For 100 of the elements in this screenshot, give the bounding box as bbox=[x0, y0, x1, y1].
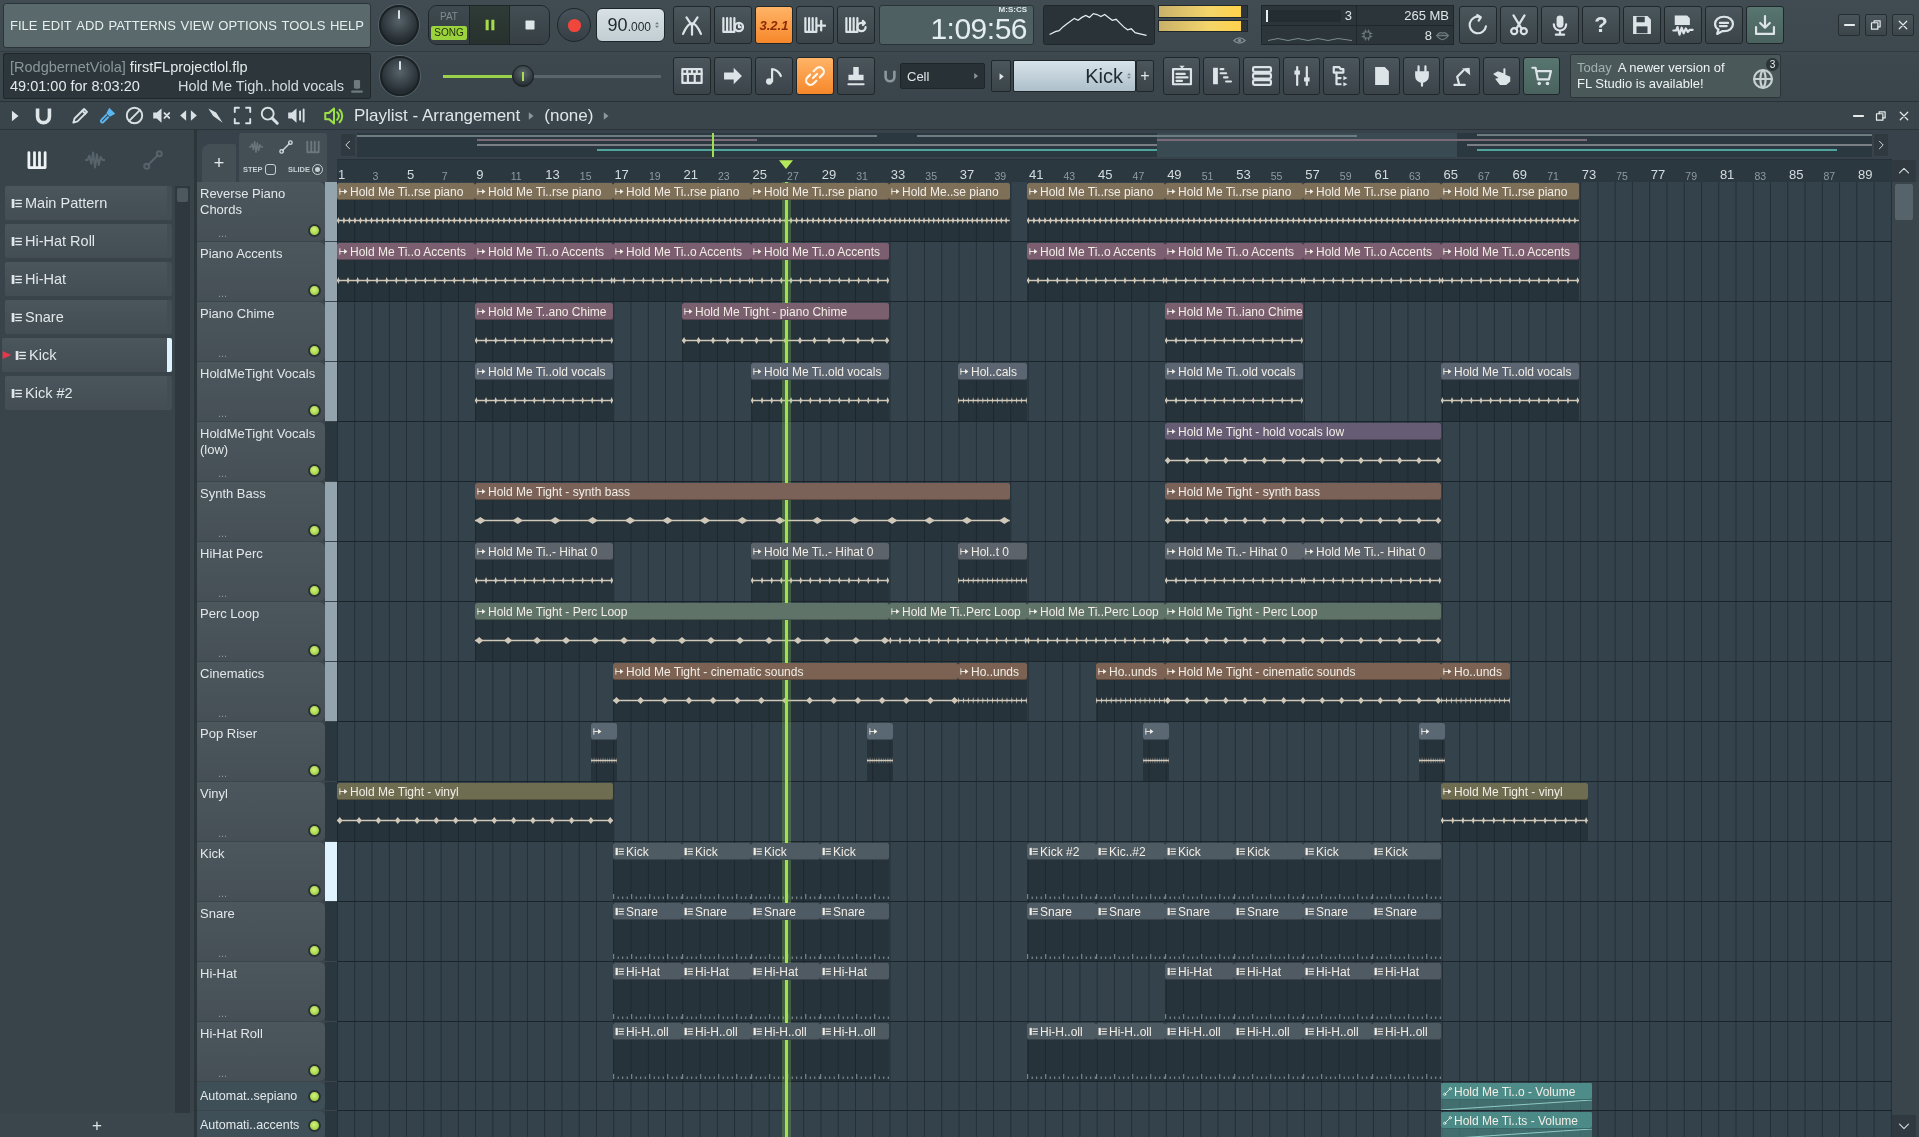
chat-button[interactable] bbox=[1705, 6, 1743, 45]
clip-title[interactable]: Hold Me Ti..o Accents bbox=[1165, 243, 1303, 260]
clip-title[interactable]: Hold Me Tight - vinyl bbox=[337, 783, 613, 800]
mute-tool[interactable] bbox=[152, 106, 171, 125]
clip-title[interactable]: Snare bbox=[1372, 903, 1441, 920]
clip-title[interactable]: Hold Me Ti..- Hihat 0 bbox=[475, 543, 613, 560]
track-switch-icon[interactable] bbox=[308, 1004, 321, 1017]
clip-title[interactable]: Hold Me Ti..- Hihat 0 bbox=[1303, 543, 1441, 560]
pattern-clip[interactable]: Snare bbox=[1303, 903, 1372, 961]
track-header[interactable]: Hi-Hat Roll ... bbox=[197, 1022, 325, 1081]
scroll-left-button[interactable] bbox=[341, 133, 355, 156]
clip-title[interactable]: Hold Me Tight - vinyl bbox=[1441, 783, 1588, 800]
pattern-clip[interactable]: Hi-H..oll bbox=[613, 1023, 682, 1081]
clip-title[interactable] bbox=[867, 723, 894, 740]
menu-item[interactable]: HELP bbox=[329, 17, 364, 33]
clip-title[interactable]: Snare bbox=[1234, 903, 1303, 920]
clip-title[interactable]: Snare bbox=[613, 903, 682, 920]
audio-clip[interactable]: Ho..unds bbox=[1096, 663, 1165, 721]
clip-title[interactable]: Kick bbox=[613, 843, 682, 860]
track-header[interactable]: Snare ... bbox=[197, 902, 325, 961]
pattern-clip[interactable]: Hi-H..oll bbox=[751, 1023, 820, 1081]
track-switch-icon[interactable] bbox=[308, 1089, 321, 1103]
pattern-clip[interactable]: Kick bbox=[1234, 843, 1303, 901]
step-button[interactable] bbox=[796, 6, 834, 45]
save-button[interactable] bbox=[1623, 6, 1661, 45]
pattern-clip[interactable]: Hi-H..oll bbox=[682, 1023, 751, 1081]
pattern-item[interactable]: Main Pattern bbox=[5, 186, 172, 220]
clip-title[interactable]: Hold Me Tight - hold vocals low bbox=[1165, 423, 1441, 440]
track-switch-icon[interactable] bbox=[308, 404, 321, 417]
clip-title[interactable]: Hold Me Ti..o - Volume bbox=[1441, 1083, 1592, 1100]
audio-clip[interactable]: Hold Me Ti..o Accents bbox=[1027, 243, 1165, 301]
menu-item[interactable]: EDIT bbox=[42, 17, 72, 33]
pattern-clip[interactable]: Hi-Hat bbox=[751, 963, 820, 1021]
pattern-clip[interactable]: Kick bbox=[682, 843, 751, 901]
clip-title[interactable]: Hold Me Ti..o Accents bbox=[1027, 243, 1165, 260]
track-header[interactable]: Automati..accents bbox=[197, 1111, 325, 1137]
pattern-clip[interactable]: Hi-Hat bbox=[1372, 963, 1441, 1021]
audio-clip[interactable]: Hold Me Ti..rse piano bbox=[613, 183, 751, 241]
clip-title[interactable]: Hold Me Tight - Perc Loop bbox=[1165, 603, 1441, 620]
link-button[interactable] bbox=[796, 57, 834, 96]
add-button[interactable]: + bbox=[88, 1116, 106, 1134]
clip-title[interactable]: Snare bbox=[1027, 903, 1096, 920]
pattern-clip[interactable]: Hi-Hat bbox=[1234, 963, 1303, 1021]
track-header[interactable]: Cinematics ... bbox=[197, 662, 325, 721]
pattern-clip[interactable]: Hi-Hat bbox=[682, 963, 751, 1021]
audio-clip[interactable]: Hold Me Ti..Perc Loop bbox=[1027, 603, 1165, 661]
track-header[interactable]: HoldMeTight Vocals (low) ... bbox=[197, 422, 325, 481]
pattern-clip[interactable]: Snare bbox=[1372, 903, 1441, 961]
clip-title[interactable]: Hi-Hat bbox=[1303, 963, 1372, 980]
audio-clip[interactable]: Hold Me Ti..iano Chime bbox=[1165, 303, 1303, 361]
audio-clip[interactable]: Hold Me Ti..rse piano bbox=[1027, 183, 1165, 241]
cut-button[interactable] bbox=[1500, 6, 1538, 45]
track-switch-icon[interactable] bbox=[308, 284, 321, 297]
pitch-knob[interactable] bbox=[380, 56, 420, 97]
clip-title[interactable]: Hold Me Tight - cinematic sounds bbox=[1165, 663, 1441, 680]
select-tool[interactable] bbox=[233, 106, 252, 125]
minimize-button[interactable] bbox=[1838, 14, 1860, 37]
close-button[interactable] bbox=[1892, 14, 1914, 37]
volume-knob[interactable] bbox=[379, 5, 419, 46]
pattern-clip[interactable]: Kick bbox=[1165, 843, 1234, 901]
clip-title[interactable]: Hold Me Ti..rse piano bbox=[475, 183, 613, 200]
mode-label[interactable]: SONG bbox=[431, 26, 467, 41]
clip-title[interactable]: Hi-Hat bbox=[682, 963, 751, 980]
help-button[interactable]: ? bbox=[1582, 6, 1620, 45]
slider-thumb[interactable] bbox=[511, 65, 534, 88]
clip-title[interactable]: Hi-Hat bbox=[613, 963, 682, 980]
clip-title[interactable]: Hi-H..oll bbox=[682, 1023, 751, 1040]
clip-title[interactable]: Hold Me Ti..rse piano bbox=[1441, 183, 1579, 200]
audio-clip[interactable] bbox=[591, 723, 618, 781]
audio-clip[interactable]: Hold Me Ti..old vocals bbox=[1441, 363, 1579, 421]
clip-title[interactable]: Hold Me Tight - synth bass bbox=[1165, 483, 1441, 500]
audio-clip[interactable]: Hold Me Ti..old vocals bbox=[475, 363, 613, 421]
track-header[interactable]: Perc Loop ... bbox=[197, 602, 325, 661]
audio-clip[interactable]: Hold Me Ti..old vocals bbox=[751, 363, 889, 421]
pattern-clip[interactable]: Hi-Hat bbox=[613, 963, 682, 1021]
clip-title[interactable]: Hold Me Ti..o Accents bbox=[751, 243, 889, 260]
automation-clip[interactable]: Hold Me Ti..o - Volume bbox=[1441, 1083, 1592, 1110]
clip-title[interactable]: Hi-H..oll bbox=[613, 1023, 682, 1040]
clip-title[interactable]: Ho..unds bbox=[1096, 663, 1165, 680]
pattern-clip[interactable]: Snare bbox=[1096, 903, 1165, 961]
menu-item[interactable]: PATTERNS bbox=[108, 17, 176, 33]
audio-clip[interactable]: Hold Me Ti..o Accents bbox=[751, 243, 889, 301]
clip-title[interactable]: Hold Me Ti..Perc Loop bbox=[1027, 603, 1165, 620]
audio-clip[interactable] bbox=[867, 723, 894, 781]
track-switch-icon[interactable] bbox=[308, 464, 321, 477]
stop-button[interactable] bbox=[509, 6, 549, 45]
clip-title[interactable] bbox=[1419, 723, 1446, 740]
clip-title[interactable]: Snare bbox=[1165, 903, 1234, 920]
pattern-clip[interactable]: Hi-H..oll bbox=[1165, 1023, 1234, 1081]
track-switch-icon[interactable] bbox=[308, 224, 321, 237]
audio-clip[interactable]: Hold Me Ti..o Accents bbox=[613, 243, 751, 301]
delete-tool[interactable] bbox=[125, 106, 144, 125]
audio-clip[interactable]: Hold Me Ti..- Hihat 0 bbox=[751, 543, 889, 601]
snap-dropdown[interactable]: Cell bbox=[900, 63, 985, 90]
pattern-item[interactable]: Hi-Hat Roll bbox=[5, 224, 172, 258]
render-button[interactable] bbox=[1664, 6, 1702, 45]
download-button[interactable] bbox=[1746, 6, 1784, 45]
audio-clip[interactable]: Hold Me Tight - vinyl bbox=[1441, 783, 1588, 841]
clip-title[interactable]: Hold Me Ti..Perc Loop bbox=[889, 603, 1027, 620]
paint-tool[interactable] bbox=[98, 106, 117, 125]
